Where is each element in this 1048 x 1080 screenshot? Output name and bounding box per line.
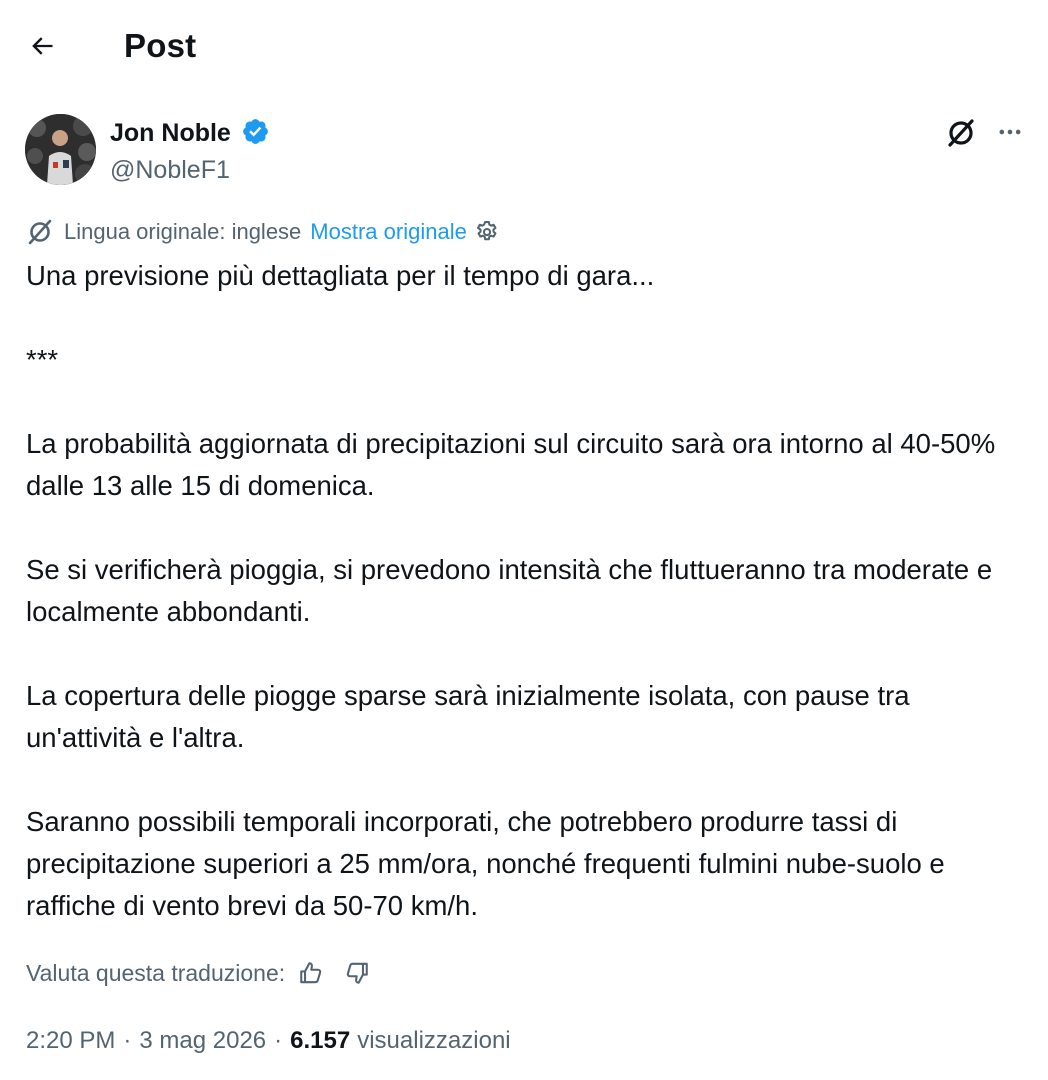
- meta-separator: ·: [123, 1027, 132, 1054]
- author-handle[interactable]: @NobleF1: [110, 154, 230, 186]
- grok-translate-icon: [28, 219, 52, 245]
- more-dots-icon: [999, 129, 1021, 135]
- more-options-button[interactable]: [990, 112, 1030, 152]
- thumbs-down-icon: [346, 962, 368, 984]
- verified-badge-icon: [243, 119, 268, 144]
- post-meta: 2:20 PM · 3 mag 2026 · 6.157 visualizzaz…: [26, 1024, 511, 1058]
- avatar[interactable]: [25, 114, 96, 185]
- top-bar: Post: [0, 0, 1048, 94]
- gear-icon[interactable]: [474, 219, 500, 245]
- author-name[interactable]: Jon Noble: [110, 117, 231, 149]
- back-button[interactable]: [22, 26, 62, 66]
- show-original-link[interactable]: Mostra originale: [310, 219, 467, 245]
- grok-button[interactable]: [940, 112, 982, 154]
- post-time[interactable]: 2:20 PM: [26, 1027, 115, 1055]
- translation-notice: Lingua originale: inglese Mostra origina…: [26, 217, 500, 247]
- arrow-left-icon: [32, 37, 53, 55]
- meta-separator: ·: [274, 1027, 283, 1054]
- rate-translation-label: Valuta questa traduzione:: [26, 959, 286, 986]
- views-label: visualizzazioni: [357, 1027, 511, 1054]
- post-date[interactable]: 3 mag 2026: [139, 1027, 266, 1055]
- avatar-image: [25, 114, 96, 185]
- post-paragraph: Saranno possibili temporali incorporati,…: [26, 806, 945, 921]
- thumbs-down-button[interactable]: [341, 957, 373, 989]
- post-paragraph: Se si verificherà pioggia, si prevedono …: [26, 554, 993, 627]
- post-paragraph: Una previsione più dettagliata per il te…: [26, 260, 655, 291]
- grok-icon: [948, 119, 974, 147]
- thumbs-up-button[interactable]: [295, 957, 327, 989]
- rate-translation: Valuta questa traduzione:: [26, 956, 373, 990]
- post-paragraph: La copertura delle piogge sparse sarà in…: [26, 680, 910, 753]
- post-paragraph: ***: [26, 344, 59, 375]
- post-paragraph: La probabilità aggiornata di precipitazi…: [26, 428, 996, 501]
- original-language-label: Lingua originale: inglese: [64, 219, 302, 244]
- post-text: Una previsione più dettagliata per il te…: [26, 255, 1026, 927]
- page-title: Post: [124, 27, 197, 64]
- views-count[interactable]: 6.157: [290, 1027, 350, 1055]
- thumbs-up-icon: [300, 962, 322, 984]
